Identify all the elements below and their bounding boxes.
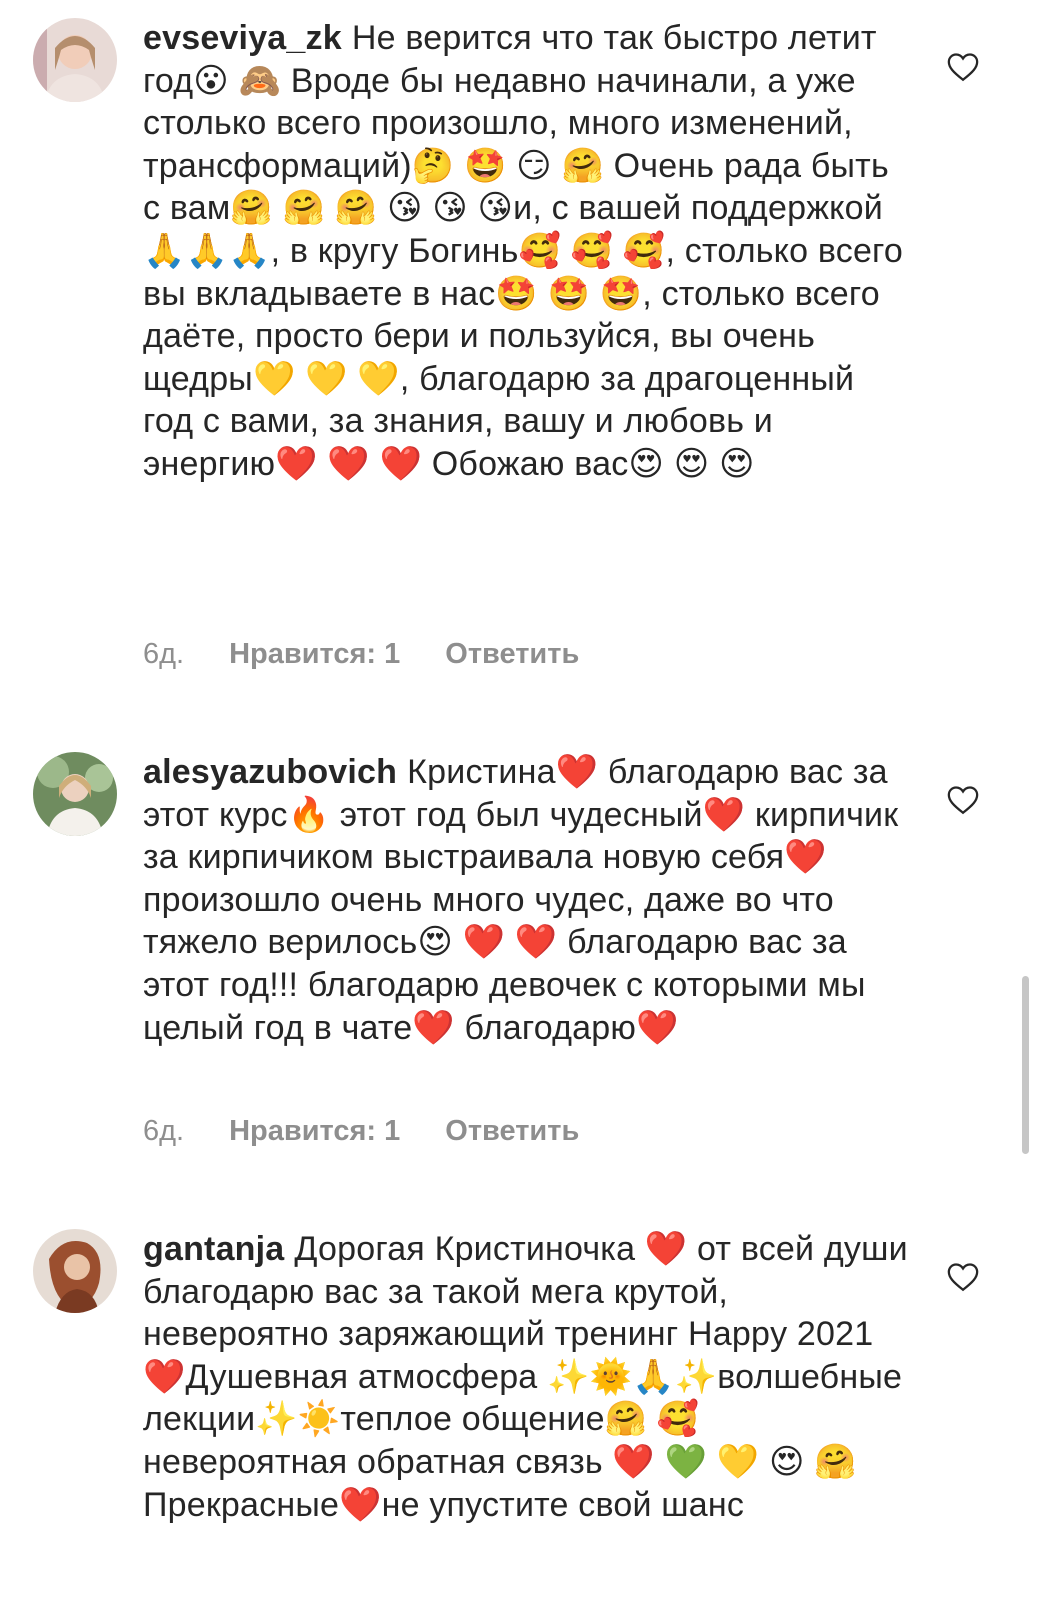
comment-text: alesyazubovich Кристина❤️ благодарю вас з… <box>143 751 913 1049</box>
comment-meta: 6д. Нравится: 1 Ответить <box>143 1115 579 1148</box>
comment-username[interactable]: evseviya_zk <box>143 19 342 57</box>
comment-meta: 6д. Нравится: 1 Ответить <box>143 638 579 671</box>
heart-outline-icon[interactable] <box>946 50 980 84</box>
comment-timestamp: 6д. <box>143 1115 185 1147</box>
avatar[interactable] <box>33 1229 117 1313</box>
comment-text: evseviya_zk Не верится что так быстро лет… <box>143 17 913 486</box>
scrollbar[interactable] <box>1022 976 1029 1154</box>
comment-body: Дорогая Кристиночка ❤️ от всей души благ… <box>143 1230 908 1524</box>
avatar[interactable] <box>33 18 117 102</box>
comment-likes-count[interactable]: Нравится: 1 <box>229 1115 400 1147</box>
comment-body: Кристина❤️ благодарю вас за этот курс🔥 э… <box>143 753 899 1047</box>
heart-outline-icon[interactable] <box>946 783 980 817</box>
comment-likes-count[interactable]: Нравится: 1 <box>229 638 400 670</box>
avatar[interactable] <box>33 752 117 836</box>
comment-username[interactable]: alesyazubovich <box>143 753 397 791</box>
comment-body: Не верится что так быстро летит год😮 🙈 В… <box>143 19 904 483</box>
comment-username[interactable]: gantanja <box>143 1230 284 1268</box>
comment-timestamp: 6д. <box>143 638 185 670</box>
comment-text: gantanja Дорогая Кристиночка ❤️ от всей д… <box>143 1228 913 1526</box>
reply-button[interactable]: Ответить <box>445 1115 579 1147</box>
reply-button[interactable]: Ответить <box>445 638 579 670</box>
heart-outline-icon[interactable] <box>946 1260 980 1294</box>
